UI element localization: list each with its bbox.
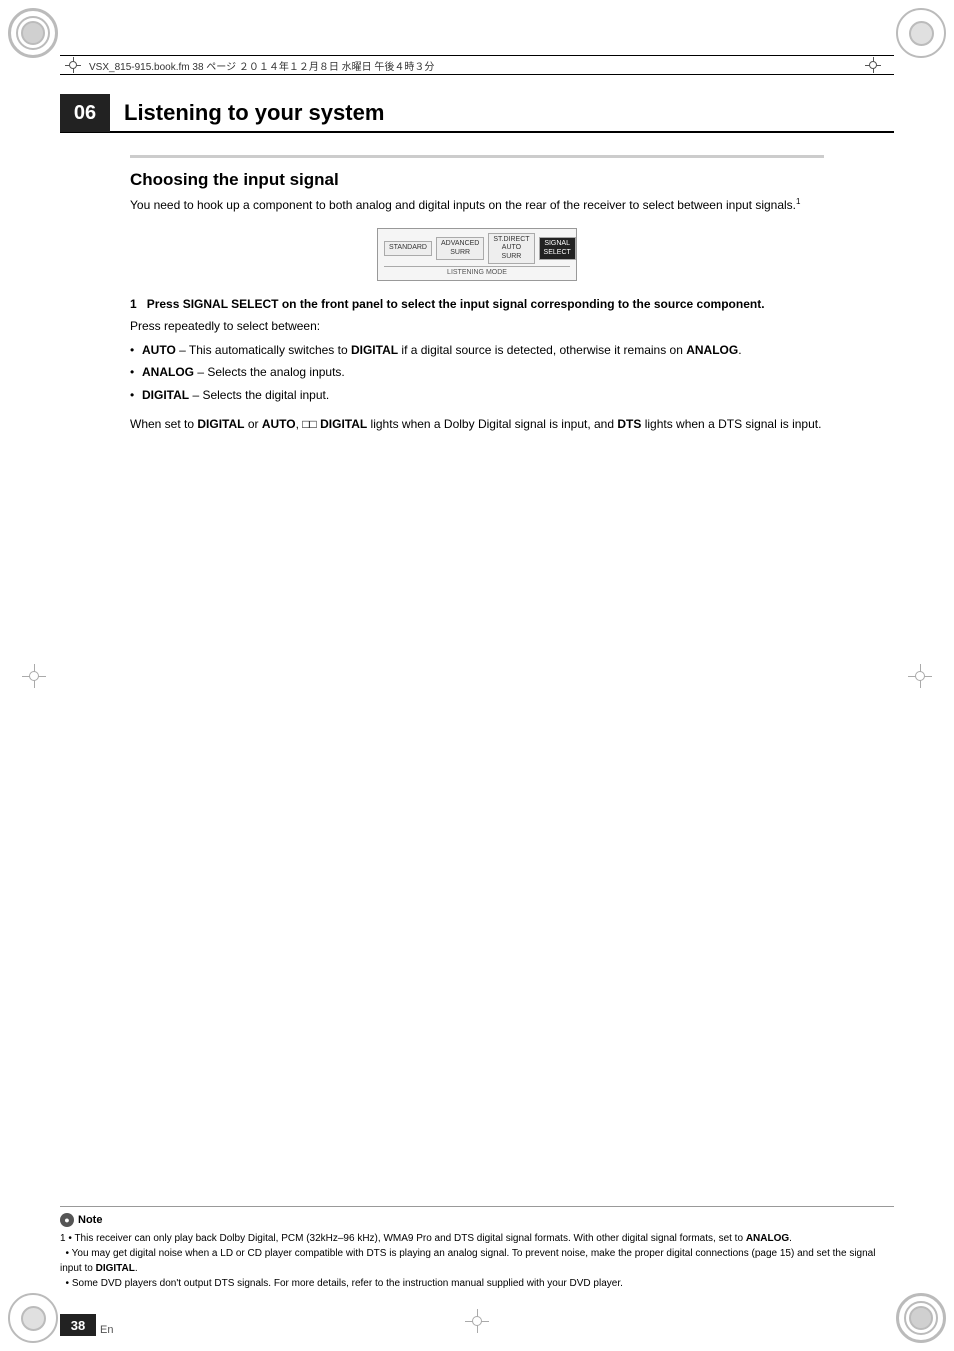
page-number: 38 (60, 1314, 96, 1336)
bullet-auto: AUTO – This automatically switches to DI… (130, 341, 824, 360)
signal-tabs-row: STANDARD ADVANCEDSURR ST.DIRECTAUTO SURR… (384, 233, 570, 264)
note-text-1: 1 • This receiver can only play back Dol… (60, 1231, 894, 1246)
footnote-ref: 1 (796, 197, 800, 206)
note-text-2: • You may get digital noise when a LD or… (60, 1246, 894, 1276)
note-icon: ● (60, 1213, 74, 1227)
section-title: Choosing the input signal (130, 155, 824, 190)
step1-body: Press repeatedly to select between: (130, 317, 824, 335)
corner-decor-bottom-left (8, 1293, 58, 1343)
header-cross-right (865, 57, 881, 73)
note-header: ● Note (60, 1213, 894, 1227)
corner-decor-bottom-right (896, 1293, 946, 1343)
chapter-header: 06 Listening to your system (60, 95, 894, 133)
digital-signal-paragraph: When set to DIGITAL or AUTO, □□ DIGITAL … (130, 415, 824, 433)
tab-advanced-surr: ADVANCEDSURR (436, 237, 484, 260)
note-text-3: • Some DVD players don't output DTS sign… (60, 1276, 894, 1291)
left-mid-crosshair (22, 664, 46, 688)
corner-decor-top-left (8, 8, 58, 58)
corner-decor-top-right (896, 8, 946, 58)
file-info-bar: VSX_815-915.book.fm 38 ページ ２０１４年１２月８日 水曜… (60, 55, 894, 75)
tab-standard: STANDARD (384, 241, 432, 255)
main-content: Choosing the input signal You need to ho… (130, 155, 824, 433)
right-mid-crosshair (908, 664, 932, 688)
tab-st-direct: ST.DIRECTAUTO SURR (488, 233, 534, 264)
bottom-center-crosshair (465, 1309, 489, 1333)
note-section: ● Note 1 • This receiver can only play b… (60, 1206, 894, 1291)
section-intro: You need to hook up a component to both … (130, 196, 824, 214)
step1-header: 1 Press SIGNAL SELECT on the front panel… (130, 297, 824, 311)
header-cross-left (65, 57, 81, 73)
signal-select-image: STANDARD ADVANCEDSURR ST.DIRECTAUTO SURR… (377, 228, 577, 281)
file-info-text: VSX_815-915.book.fm 38 ページ ２０１４年１２月８日 水曜… (89, 58, 434, 73)
chapter-title: Listening to your system (124, 100, 384, 126)
bullet-analog: ANALOG – Selects the analog inputs. (130, 363, 824, 382)
bullet-digital: DIGITAL – Selects the digital input. (130, 386, 824, 405)
note-label: Note (78, 1214, 102, 1226)
chapter-number: 06 (60, 94, 110, 132)
tab-signal-select: SIGNALSELECT (539, 237, 576, 260)
bullet-list: AUTO – This automatically switches to DI… (130, 341, 824, 405)
listening-mode-label: LISTENING MODE (384, 266, 570, 276)
page-lang: En (100, 1324, 113, 1336)
